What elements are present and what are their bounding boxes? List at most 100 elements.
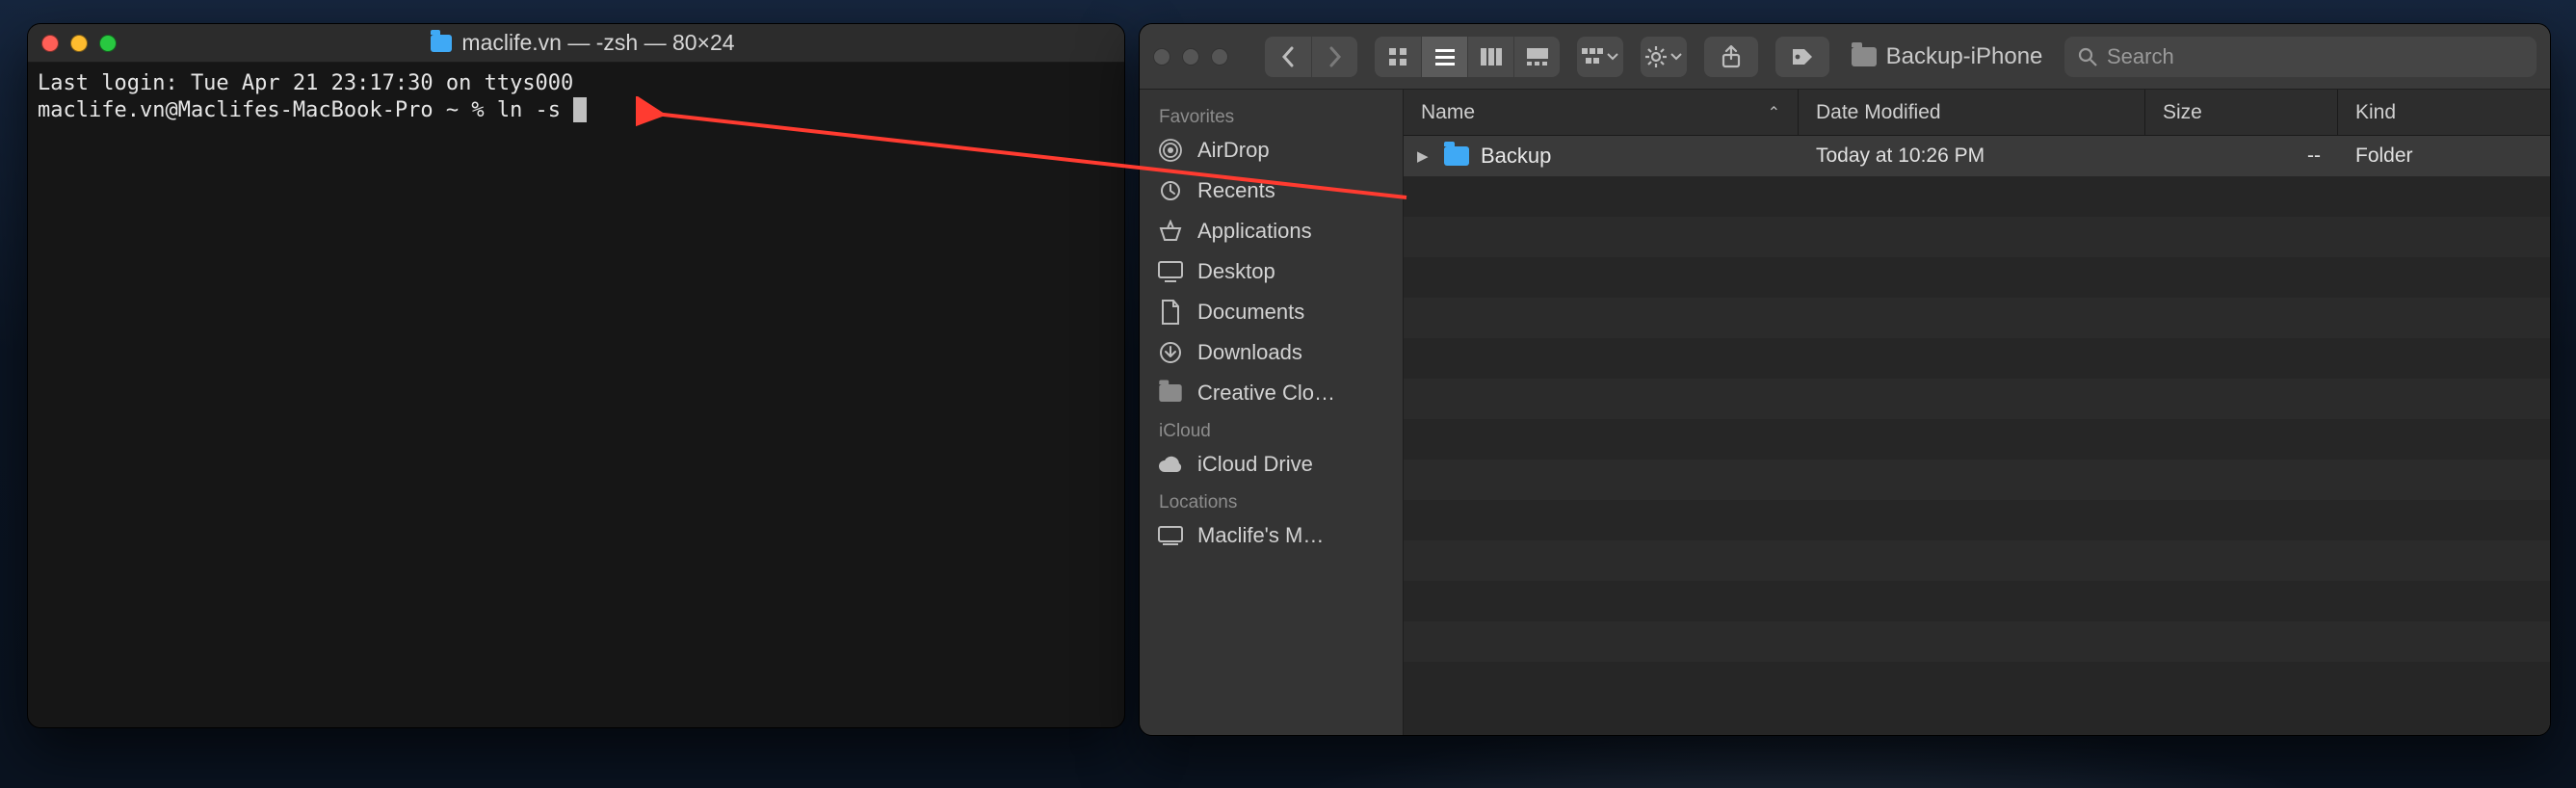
sidebar-item-downloads[interactable]: Downloads [1140,332,1403,373]
file-name: Backup [1481,144,1551,169]
finder-window: Backup-iPhone Search Favorites AirDrop R… [1139,23,2551,736]
file-row-empty [1404,460,2550,500]
grid-icon [1388,47,1407,66]
finder-body: Favorites AirDrop Recents Applications D… [1140,90,2550,735]
minimize-button[interactable] [1182,48,1199,66]
folder-icon [1157,381,1184,405]
arrange-button[interactable] [1577,37,1623,77]
back-button[interactable] [1265,37,1311,77]
finder-content: Name ⌃ Date Modified Size Kind ▶ Backup … [1404,90,2550,735]
sidebar-item-label: AirDrop [1197,138,1270,163]
chevron-left-icon [1281,46,1295,67]
traffic-lights [41,35,117,52]
sidebar-item-icloud-drive[interactable]: iCloud Drive [1140,444,1403,485]
column-kind[interactable]: Kind [2338,90,2550,135]
terminal-title: maclife.vn — -zsh — 80×24 [126,30,1039,56]
column-header-row: Name ⌃ Date Modified Size Kind [1404,90,2550,136]
columns-icon [1481,48,1502,66]
share-button[interactable] [1704,37,1758,77]
finder-title-text: Backup-iPhone [1886,43,2043,70]
sidebar-item-applications[interactable]: Applications [1140,211,1403,251]
terminal-body[interactable]: Last login: Tue Apr 21 23:17:30 on ttys0… [28,63,1124,131]
desktop-icon [1157,260,1184,283]
sidebar-item-this-mac[interactable]: Maclife's M… [1140,515,1403,556]
terminal-window: maclife.vn — -zsh — 80×24 Last login: Tu… [27,23,1125,728]
airdrop-icon [1157,139,1184,162]
computer-icon [1157,524,1184,547]
column-size[interactable]: Size [2145,90,2338,135]
tag-icon [1791,47,1814,66]
close-button[interactable] [41,35,59,52]
search-icon [2078,47,2097,66]
file-row-empty [1404,298,2550,338]
action-cell [1641,37,1687,77]
share-icon [1722,45,1741,68]
file-name-cell: ▶ Backup [1404,144,1799,169]
file-row-empty [1404,621,2550,662]
disclosure-triangle-icon[interactable]: ▶ [1417,147,1433,165]
file-row-empty [1404,176,2550,217]
sidebar-item-label: Documents [1197,300,1304,325]
file-row-empty [1404,338,2550,379]
sidebar-item-airdrop[interactable]: AirDrop [1140,130,1403,171]
column-label: Kind [2355,101,2396,124]
list-icon [1435,48,1455,66]
view-gallery[interactable] [1513,37,1560,77]
gallery-icon [1527,48,1548,66]
tags-button[interactable] [1775,37,1829,77]
terminal-line-1: Last login: Tue Apr 21 23:17:30 on ttys0… [38,71,573,95]
terminal-title-text: maclife.vn — -zsh — 80×24 [461,30,734,56]
file-row-empty [1404,257,2550,298]
sidebar-item-desktop[interactable]: Desktop [1140,251,1403,292]
file-row[interactable]: ▶ Backup Today at 10:26 PM -- Folder [1404,136,2550,176]
search-field[interactable]: Search [2064,37,2537,77]
arrange-cell [1577,37,1623,77]
terminal-titlebar[interactable]: maclife.vn — -zsh — 80×24 [28,24,1124,63]
downloads-icon [1157,341,1184,364]
file-rows[interactable]: ▶ Backup Today at 10:26 PM -- Folder [1404,136,2550,735]
folder-icon [1444,146,1469,166]
close-button[interactable] [1153,48,1170,66]
view-columns[interactable] [1467,37,1513,77]
view-list[interactable] [1421,37,1467,77]
nav-buttons [1265,37,1357,77]
forward-button[interactable] [1311,37,1357,77]
view-icon-grid[interactable] [1375,37,1421,77]
column-date-modified[interactable]: Date Modified [1799,90,2145,135]
gear-icon [1645,46,1667,67]
chevron-down-icon [1607,53,1618,61]
file-kind: Folder [2338,144,2550,168]
action-button[interactable] [1641,37,1687,77]
traffic-lights [1153,48,1228,66]
sidebar-item-label: Desktop [1197,259,1275,284]
sidebar-item-documents[interactable]: Documents [1140,292,1403,332]
recents-icon [1157,179,1184,202]
search-placeholder: Search [2107,44,2174,69]
chevron-right-icon [1328,46,1342,67]
sidebar-item-label: Downloads [1197,340,1302,365]
column-name[interactable]: Name ⌃ [1404,90,1799,135]
arrange-icon [1582,48,1603,66]
cursor [573,97,587,122]
minimize-button[interactable] [70,35,88,52]
sidebar-section-icloud: iCloud [1140,413,1403,444]
column-label: Name [1421,101,1475,124]
file-row-empty [1404,419,2550,460]
file-size: -- [2145,144,2338,168]
file-date-modified: Today at 10:26 PM [1799,144,2145,168]
sidebar-item-creative-cloud[interactable]: Creative Clo… [1140,373,1403,413]
folder-icon [1852,47,1877,66]
zoom-button[interactable] [99,35,117,52]
view-mode-segment [1375,37,1560,77]
folder-icon [431,35,452,52]
sidebar-item-recents[interactable]: Recents [1140,171,1403,211]
finder-sidebar: Favorites AirDrop Recents Applications D… [1140,90,1404,735]
sidebar-item-label: Maclife's M… [1197,523,1324,548]
chevron-down-icon [1670,53,1682,61]
sidebar-item-label: Creative Clo… [1197,381,1335,406]
zoom-button[interactable] [1211,48,1228,66]
terminal-prompt: maclife.vn@Maclifes-MacBook-Pro ~ % ln -… [38,98,573,122]
file-row-empty [1404,217,2550,257]
file-row-empty [1404,540,2550,581]
file-row-empty [1404,500,2550,540]
